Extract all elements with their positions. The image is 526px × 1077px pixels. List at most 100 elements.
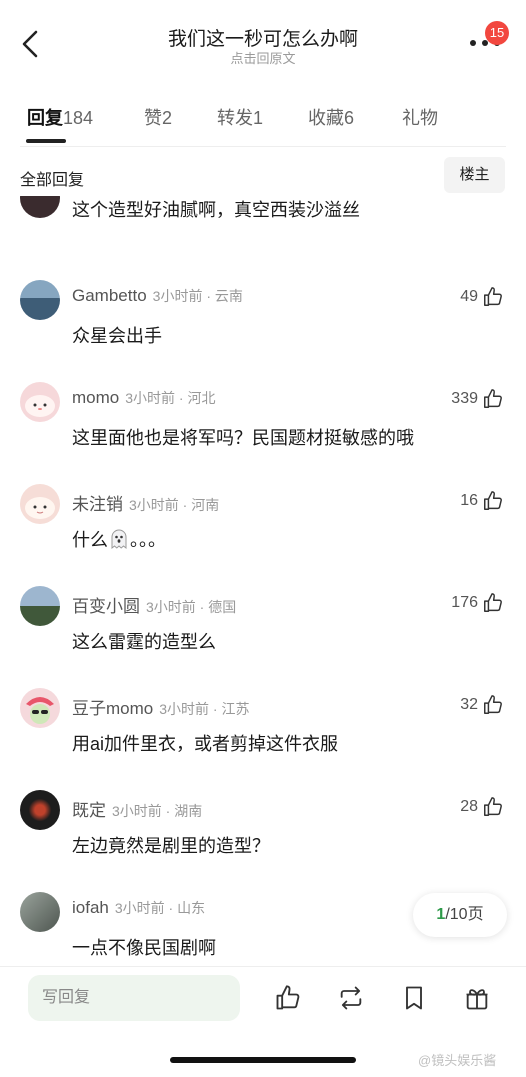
- commenter-name[interactable]: 未注销: [72, 495, 123, 514]
- time-label: 3小时前: [129, 497, 179, 513]
- comment-time: 3小时前 · 德国: [146, 599, 237, 615]
- tab-label: 转发: [217, 108, 253, 128]
- avatar[interactable]: [20, 586, 60, 626]
- location-label: 德国: [208, 599, 237, 615]
- comment-text: 众星会出手: [72, 326, 162, 346]
- tab-likes[interactable]: 赞2: [144, 104, 172, 130]
- divider: [20, 146, 506, 147]
- gift-icon[interactable]: [463, 984, 491, 1012]
- comment-item[interactable]: 这个造型好油腻啊，真空西装沙溢丝: [0, 196, 526, 278]
- avatar[interactable]: [20, 892, 60, 932]
- avatar[interactable]: [20, 484, 60, 524]
- location-label: 山东: [177, 900, 206, 916]
- page-total: /10页: [445, 906, 484, 923]
- comment-item[interactable]: 百变小圆 3小时前 · 德国 176 这么雷霆的造型么: [0, 586, 526, 686]
- time-label: 3小时前: [146, 599, 196, 615]
- like-count: 32: [460, 696, 478, 713]
- bookmark-icon[interactable]: [400, 984, 428, 1012]
- comment-item[interactable]: momo 3小时前 · 河北 339 这里面他也是将军吗？民国题材挺敏感的哦: [0, 382, 526, 482]
- like-button[interactable]: 176: [451, 592, 504, 614]
- repost-icon[interactable]: [337, 984, 365, 1012]
- tab-reposts[interactable]: 转发1: [217, 104, 263, 130]
- like-count: 28: [460, 798, 478, 815]
- commenter-name[interactable]: iofah: [72, 898, 109, 917]
- tab-count: 1: [253, 108, 264, 128]
- like-button[interactable]: 16: [460, 490, 504, 512]
- commenter-name[interactable]: 百变小圆: [72, 597, 140, 616]
- watermark: @镜头娱乐酱: [418, 1053, 497, 1068]
- location-label: 湖南: [174, 803, 203, 819]
- active-tab-indicator: [26, 139, 66, 143]
- thumbs-up-icon: [484, 593, 502, 612]
- location-label: 云南: [214, 288, 243, 304]
- thumbs-up-icon: [484, 491, 502, 510]
- thumbs-up-icon: [484, 389, 502, 408]
- comment-item[interactable]: Gambetto 3小时前 · 云南 49 众星会出手: [0, 280, 526, 380]
- avatar[interactable]: [20, 382, 60, 422]
- comment-text-suffix: 。。。: [130, 530, 166, 550]
- comment-item[interactable]: 未注销 3小时前 · 河南 16 什么 。。。: [0, 484, 526, 584]
- tab-bar: 回复184 赞2 转发1 收藏6 礼物: [0, 104, 526, 134]
- tab-replies[interactable]: 回复184: [27, 104, 93, 130]
- location-label: 江苏: [221, 701, 250, 717]
- page-title: 我们这一秒可怎么办啊: [167, 29, 358, 50]
- current-page: 1: [436, 906, 446, 923]
- time-label: 3小时前: [125, 390, 176, 406]
- time-label: 3小时前: [114, 900, 165, 916]
- comment-text: 用ai加件里衣，或者剪掉这件衣服: [72, 734, 339, 754]
- section-title: 全部回复: [20, 172, 85, 189]
- like-button[interactable]: 28: [460, 796, 504, 818]
- thumbs-up-icon: [484, 797, 502, 816]
- owner-filter-button[interactable]: 楼主: [444, 157, 505, 193]
- tab-count: 184: [63, 108, 94, 128]
- location-label: 河北: [187, 390, 216, 406]
- comment-text: 左边竟然是剧里的造型？: [72, 836, 270, 856]
- tab-count: 2: [162, 108, 173, 128]
- tab-favorites[interactable]: 收藏6: [308, 104, 354, 130]
- avatar[interactable]: [20, 790, 60, 830]
- thumbs-up-icon: [484, 287, 502, 306]
- like-button[interactable]: 339: [451, 388, 504, 410]
- like-button[interactable]: 49: [460, 286, 504, 308]
- reply-input[interactable]: 写回复: [28, 975, 240, 1021]
- comment-text: 这里面他也是将军吗？民国题材挺敏感的哦: [72, 428, 414, 448]
- like-post-icon[interactable]: [274, 984, 302, 1012]
- tab-count: 6: [344, 108, 355, 128]
- like-count: 16: [460, 492, 478, 509]
- comment-item[interactable]: 豆子momo 3小时前 · 江苏 32 用ai加件里衣，或者剪掉这件衣服: [0, 688, 526, 788]
- comment-time: 3小时前 · 河北: [125, 390, 216, 406]
- avatar[interactable]: [20, 688, 60, 728]
- comment-text: 一点不像民国剧啊: [72, 938, 216, 958]
- comment-time: 3小时前 · 河南: [129, 497, 220, 513]
- time-label: 3小时前: [159, 701, 210, 717]
- comment-text: 什么: [72, 530, 108, 550]
- comment-item[interactable]: 既定 3小时前 · 湖南 28 左边竟然是剧里的造型？: [0, 790, 526, 890]
- comment-list: 这个造型好油腻啊，真空西装沙溢丝 Gambetto 3小时前 · 云南 49 众星…: [0, 196, 526, 966]
- comment-time: 3小时前 · 云南: [152, 288, 243, 304]
- commenter-name[interactable]: momo: [72, 388, 119, 407]
- commenter-name[interactable]: Gambetto: [72, 286, 147, 305]
- like-button[interactable]: 32: [460, 694, 504, 716]
- time-label: 3小时前: [112, 803, 162, 819]
- like-count: 339: [451, 390, 478, 407]
- like-count: 49: [460, 288, 478, 305]
- comment-text: 这个造型好油腻啊，真空西装沙溢丝: [72, 200, 360, 220]
- tab-label: 赞: [144, 108, 162, 128]
- like-count: 176: [451, 594, 478, 611]
- comment-time: 3小时前 · 湖南: [112, 803, 203, 819]
- home-indicator[interactable]: [170, 1057, 356, 1063]
- location-label: 河南: [191, 497, 220, 513]
- avatar[interactable]: [20, 280, 60, 320]
- time-label: 3小时前: [152, 288, 203, 304]
- tab-label: 收藏: [308, 108, 344, 128]
- ghost-emoji-icon: [111, 529, 127, 550]
- page-indicator[interactable]: 1/10页: [413, 893, 507, 937]
- commenter-name[interactable]: 既定: [72, 801, 106, 820]
- avatar[interactable]: [20, 196, 60, 218]
- commenter-name[interactable]: 豆子momo: [72, 699, 153, 718]
- tab-gifts[interactable]: 礼物: [402, 104, 438, 130]
- notification-badge: 15: [485, 21, 509, 45]
- back-to-original-link[interactable]: 点击回原文: [0, 48, 526, 67]
- comment-time: 3小时前 · 山东: [114, 900, 206, 916]
- comment-time: 3小时前 · 江苏: [159, 701, 250, 717]
